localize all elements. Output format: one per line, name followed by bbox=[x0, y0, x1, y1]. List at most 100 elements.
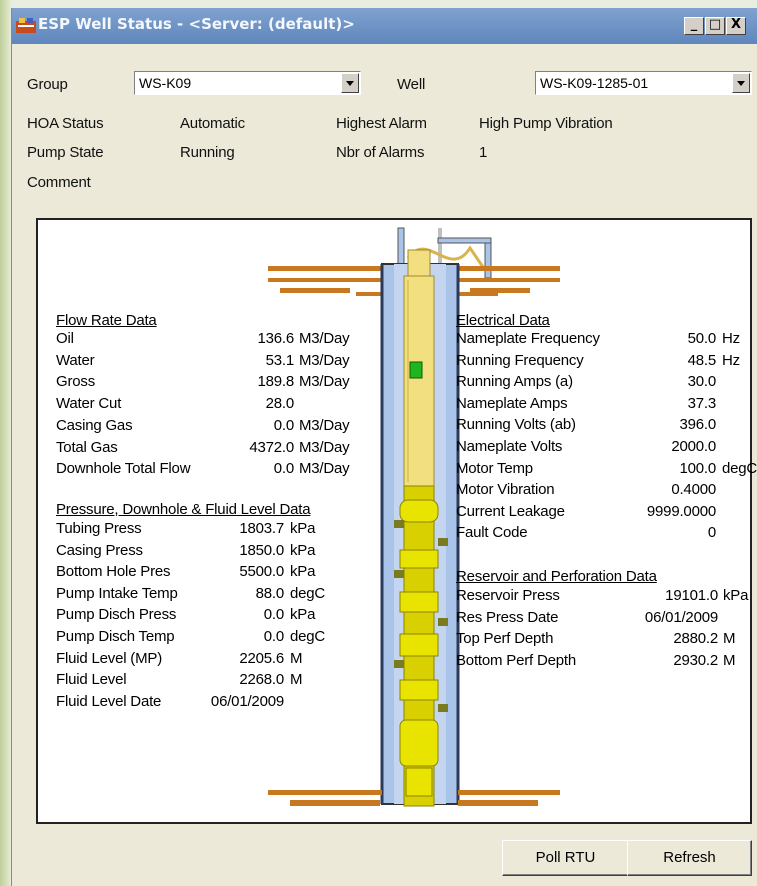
pressure-row-value: 06/01/2009 bbox=[210, 692, 284, 710]
electrical-row: Motor Vibration 0.4000 bbox=[456, 481, 757, 502]
flow-row-name: Downhole Total Flow bbox=[56, 460, 191, 478]
title-bar[interactable]: ESP Well Status - <Server: (default)> _ … bbox=[12, 8, 757, 44]
electrical-row-value: 50.0 bbox=[687, 330, 717, 347]
flow-row: Casing Gas 0.0 M3/Day bbox=[56, 417, 369, 438]
flow-row-unit: M3/Day bbox=[299, 351, 350, 369]
reservoir-row-unit: M bbox=[723, 651, 736, 669]
pressure-row-unit: degC bbox=[290, 584, 326, 602]
electrical-row: Nameplate Frequency 50.0 Hz bbox=[456, 330, 757, 351]
electrical-row: Motor Temp 100.0 degC bbox=[456, 460, 757, 481]
reservoir-row-unit: kPa bbox=[723, 587, 749, 604]
pressure-row: Pump Disch Temp 0.0 degC bbox=[56, 628, 360, 649]
reservoir-row-name: Top Perf Depth bbox=[456, 630, 554, 648]
poll-rtu-button[interactable]: Poll RTU bbox=[502, 840, 629, 876]
electrical-row-name: Nameplate Frequency bbox=[456, 330, 600, 347]
well-status-panel: Flow Rate Data Oil 136.6 M3/Day Water 53.1 M3… bbox=[36, 218, 757, 824]
well-select[interactable]: WS-K09-1285-01 bbox=[535, 71, 752, 95]
flow-row-value: 4372.0 bbox=[249, 438, 294, 456]
nbr-alarms-label: Nbr of Alarms bbox=[336, 144, 425, 161]
flow-row: Gross 189.8 M3/Day bbox=[56, 373, 369, 394]
electrical-row-name: Running Frequency bbox=[456, 351, 584, 369]
electrical-row: Fault Code 0 bbox=[456, 524, 757, 545]
group-select[interactable]: WS-K09 bbox=[134, 71, 361, 95]
esp-well-status-window: ESP Well Status - <Server: (default)> _ … bbox=[11, 8, 757, 886]
pressure-row-name: Fluid Level Date bbox=[56, 692, 162, 710]
flow-rate-section-title: Flow Rate Data bbox=[56, 312, 157, 329]
reservoir-row-name: Reservoir Press bbox=[456, 587, 560, 604]
pressure-row-value: 88.0 bbox=[255, 584, 285, 602]
pressure-row-name: Fluid Level bbox=[56, 671, 127, 689]
nbr-alarms-value: 1 bbox=[479, 144, 488, 161]
highest-alarm-label: Highest Alarm bbox=[336, 115, 427, 132]
electrical-row-name: Motor Vibration bbox=[456, 481, 555, 499]
hoa-status-label: HOA Status bbox=[27, 115, 104, 132]
flow-row-name: Casing Gas bbox=[56, 416, 133, 434]
reservoir-row-name: Res Press Date bbox=[456, 608, 559, 626]
electrical-row-unit: Hz bbox=[722, 330, 740, 347]
pressure-row: Pump Disch Press 0.0 kPa bbox=[56, 606, 360, 627]
pressure-row-value: 0.0 bbox=[263, 628, 284, 645]
electrical-row-name: Current Leakage bbox=[456, 502, 565, 520]
pressure-row-unit: M bbox=[290, 671, 303, 689]
pump-state-label: Pump State bbox=[27, 144, 104, 161]
minimize-button[interactable]: _ bbox=[684, 17, 704, 35]
flow-row-name: Gross bbox=[56, 373, 96, 391]
refresh-button[interactable]: Refresh bbox=[627, 840, 752, 876]
reservoir-row-value: 2930.2 bbox=[673, 651, 718, 669]
pressure-row: Casing Press 1850.0 kPa bbox=[56, 542, 360, 563]
flow-row-value: 0.0 bbox=[273, 460, 294, 478]
reservoir-row-value: 2880.2 bbox=[673, 630, 718, 648]
pressure-row-name: Pump Intake Temp bbox=[56, 584, 178, 602]
pressure-row: Tubing Press 1803.7 kPa bbox=[56, 520, 360, 541]
reservoir-row-value: 06/01/2009 bbox=[644, 608, 718, 626]
pressure-row-value: 5500.0 bbox=[239, 563, 284, 581]
flow-row-unit: M3/Day bbox=[299, 460, 350, 478]
flow-row-name: Water Cut bbox=[56, 395, 122, 413]
reservoir-row-value: 19101.0 bbox=[665, 587, 718, 604]
pressure-row-unit: kPa bbox=[290, 541, 316, 559]
close-button[interactable]: X bbox=[726, 17, 746, 35]
electrical-row-name: Fault Code bbox=[456, 524, 528, 542]
electrical-row-value: 0 bbox=[707, 524, 716, 542]
electrical-row-value: 100.0 bbox=[679, 459, 716, 477]
flow-row-name: Water bbox=[56, 351, 95, 369]
electrical-row-name: Running Volts (ab) bbox=[456, 416, 576, 434]
comment-label: Comment bbox=[27, 174, 91, 191]
pressure-row-value: 2268.0 bbox=[239, 671, 284, 689]
chevron-down-icon[interactable] bbox=[732, 73, 750, 93]
chevron-down-icon[interactable] bbox=[341, 73, 359, 93]
electrical-row: Running Amps (a) 30.0 bbox=[456, 373, 757, 394]
pressure-row: Fluid Level (MP) 2205.6 M bbox=[56, 650, 360, 671]
pressure-row-name: Pump Disch Temp bbox=[56, 628, 175, 645]
highest-alarm-value: High Pump Vibration bbox=[479, 115, 613, 132]
flow-row-unit: M3/Day bbox=[299, 373, 350, 391]
pressure-row-unit: kPa bbox=[290, 563, 316, 581]
flow-row: Downhole Total Flow 0.0 M3/Day bbox=[56, 460, 369, 481]
pressure-row-value: 1803.7 bbox=[239, 520, 284, 537]
flow-row-value: 53.1 bbox=[265, 351, 295, 369]
group-select-value: WS-K09 bbox=[139, 75, 192, 91]
electrical-row-value: 2000.0 bbox=[671, 438, 716, 455]
electrical-row-unit: Hz bbox=[722, 351, 740, 369]
reservoir-row: Res Press Date 06/01/2009 bbox=[456, 609, 757, 630]
flow-row: Water Cut 28.0 bbox=[56, 395, 369, 416]
pressure-row-unit: kPa bbox=[290, 520, 316, 537]
electrical-row: Current Leakage 9999.0000 bbox=[456, 503, 757, 524]
flow-row-value: 189.8 bbox=[257, 373, 294, 391]
maximize-button[interactable]: □ bbox=[705, 17, 725, 35]
electrical-row: Nameplate Volts 2000.0 bbox=[456, 438, 757, 459]
pressure-row-value: 2205.6 bbox=[239, 649, 284, 667]
flow-row-unit: M3/Day bbox=[299, 438, 350, 456]
electrical-row: Running Volts (ab) 396.0 bbox=[456, 416, 757, 437]
reservoir-row-unit: M bbox=[723, 630, 736, 648]
pressure-row-name: Casing Press bbox=[56, 541, 143, 559]
pressure-row: Fluid Level 2268.0 M bbox=[56, 671, 360, 692]
electrical-section-title: Electrical Data bbox=[456, 312, 550, 329]
hoa-status-value: Automatic bbox=[180, 115, 245, 132]
pressure-row-name: Bottom Hole Pres bbox=[56, 563, 171, 581]
pressure-section-title: Pressure, Downhole & Fluid Level Data bbox=[56, 501, 311, 518]
electrical-row-value: 9999.0000 bbox=[646, 502, 716, 520]
window-title: ESP Well Status - <Server: (default)> bbox=[38, 15, 355, 33]
flow-row-value: 136.6 bbox=[257, 330, 294, 347]
reservoir-row-name: Bottom Perf Depth bbox=[456, 651, 576, 669]
